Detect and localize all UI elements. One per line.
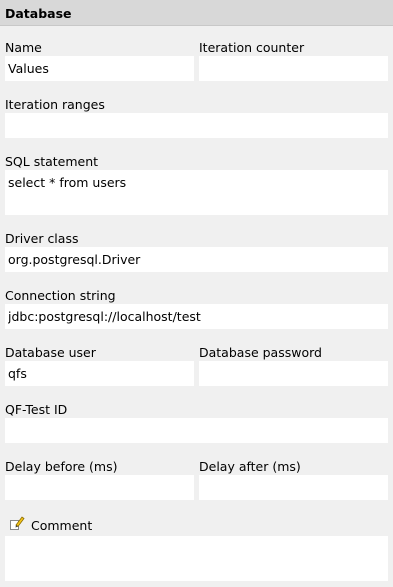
delay-before-label: Delay before (ms) [5,459,118,474]
database-user-input[interactable] [5,361,194,386]
driver-class-input[interactable] [5,247,388,272]
database-password-label: Database password [199,345,322,360]
delay-after-input[interactable] [199,475,388,500]
delay-after-label: Delay after (ms) [199,459,301,474]
section-title: Database [5,6,72,21]
iteration-counter-input[interactable] [199,56,388,81]
connection-string-input[interactable] [5,304,388,329]
database-password-input[interactable] [199,361,388,386]
qftest-id-input[interactable] [5,418,388,443]
pencil-icon [9,515,25,531]
iteration-ranges-label: Iteration ranges [5,97,105,112]
driver-class-label: Driver class [5,231,79,246]
name-input[interactable] [5,56,194,81]
iteration-ranges-input[interactable] [5,113,388,138]
section-header: Database [0,0,393,26]
iteration-counter-label: Iteration counter [199,40,305,55]
sql-statement-label: SQL statement [5,154,99,169]
name-label: Name [5,40,42,55]
qftest-id-label: QF-Test ID [5,402,68,417]
delay-before-input[interactable] [5,475,194,500]
sql-statement-textarea[interactable]: select * from users [5,170,388,215]
comment-label: Comment [31,518,93,533]
connection-string-label: Connection string [5,288,116,303]
database-user-label: Database user [5,345,96,360]
comment-textarea[interactable] [5,536,388,581]
